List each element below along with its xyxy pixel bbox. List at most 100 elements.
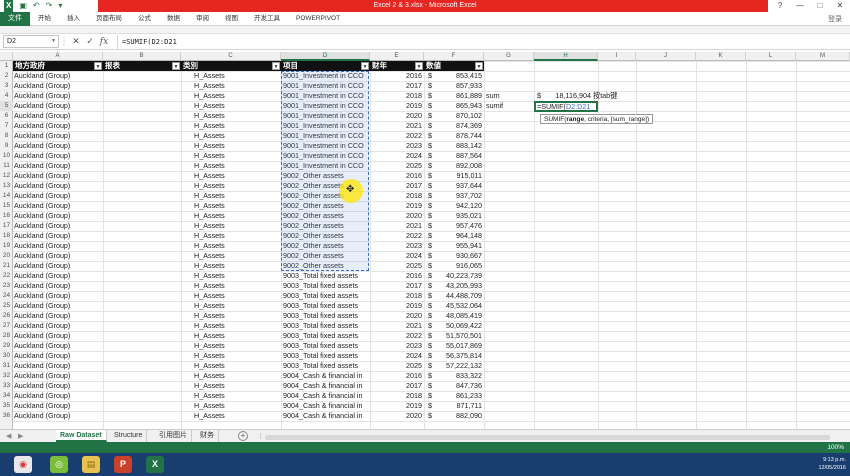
cell-local-gov[interactable]: Auckland (Group) bbox=[14, 91, 102, 101]
cell-fiscal-year[interactable]: 2020 bbox=[373, 211, 422, 221]
cell-value[interactable]: 878,744 bbox=[436, 131, 482, 141]
cell-category[interactable]: H_Assets bbox=[194, 171, 280, 181]
column-header[interactable]: H bbox=[534, 52, 598, 61]
cell-item[interactable]: 9003_Total fixed assets bbox=[283, 341, 369, 351]
filter-dropdown-icon[interactable]: ▼ bbox=[415, 62, 423, 70]
cell-fiscal-year[interactable]: 2021 bbox=[373, 221, 422, 231]
wechat-icon[interactable]: ◎ bbox=[50, 456, 68, 473]
row-header[interactable]: 10 bbox=[0, 151, 13, 161]
cell-local-gov[interactable]: Auckland (Group) bbox=[14, 201, 102, 211]
tab-developer[interactable]: 开发工具 bbox=[246, 12, 288, 26]
minimize-button[interactable]: — bbox=[790, 0, 810, 12]
tab-page-layout[interactable]: 页面布局 bbox=[88, 12, 130, 26]
row-header[interactable]: 18 bbox=[0, 231, 13, 241]
cell-value[interactable]: 45,532,064 bbox=[436, 301, 482, 311]
cell-value[interactable]: 955,941 bbox=[436, 241, 482, 251]
column-header[interactable]: A bbox=[13, 52, 103, 61]
cell-value[interactable]: 942,120 bbox=[436, 201, 482, 211]
cell-value[interactable]: 861,889 bbox=[436, 91, 482, 101]
cell-category[interactable]: H_Assets bbox=[194, 301, 280, 311]
cell-category[interactable]: H_Assets bbox=[194, 141, 280, 151]
cell-category[interactable]: H_Assets bbox=[194, 261, 280, 271]
cell-local-gov[interactable]: Auckland (Group) bbox=[14, 131, 102, 141]
cell-value[interactable]: 892,008 bbox=[436, 161, 482, 171]
cell-local-gov[interactable]: Auckland (Group) bbox=[14, 191, 102, 201]
cell-local-gov[interactable]: Auckland (Group) bbox=[14, 361, 102, 371]
cell-value[interactable]: 915,011 bbox=[436, 171, 482, 181]
cell-value[interactable]: 57,222,132 bbox=[436, 361, 482, 371]
cell-local-gov[interactable]: Auckland (Group) bbox=[14, 271, 102, 281]
cell-category[interactable]: H_Assets bbox=[194, 341, 280, 351]
row-header[interactable]: 5 bbox=[0, 101, 13, 111]
cell-category[interactable]: H_Assets bbox=[194, 101, 280, 111]
select-all-corner[interactable] bbox=[0, 52, 13, 61]
cell-category[interactable]: H_Assets bbox=[194, 91, 280, 101]
formula-input[interactable]: =SUMIF(D2:D21 bbox=[117, 34, 850, 49]
cell-fiscal-year[interactable]: 2016 bbox=[373, 271, 422, 281]
column-header[interactable]: C bbox=[181, 52, 281, 61]
cell-local-gov[interactable]: Auckland (Group) bbox=[14, 81, 102, 91]
row-header[interactable]: 1 bbox=[0, 61, 13, 71]
filter-dropdown-icon[interactable]: ▼ bbox=[94, 62, 102, 70]
cell-fiscal-year[interactable]: 2016 bbox=[373, 71, 422, 81]
add-sheet-button[interactable]: + bbox=[238, 431, 248, 441]
system-clock[interactable]: 9:13 p.m. 12/05/2016 bbox=[818, 456, 846, 472]
cell-category[interactable]: H_Assets bbox=[194, 291, 280, 301]
tab-insert[interactable]: 插入 bbox=[59, 12, 88, 26]
cell-item[interactable]: 9004_Cash & financial in bbox=[283, 391, 369, 401]
cell-local-gov[interactable]: Auckland (Group) bbox=[14, 281, 102, 291]
cell-category[interactable]: H_Assets bbox=[194, 231, 280, 241]
cell-local-gov[interactable]: Auckland (Group) bbox=[14, 341, 102, 351]
folder-icon[interactable]: ▤ bbox=[82, 456, 100, 473]
column-header[interactable]: G bbox=[484, 52, 534, 61]
cell-fiscal-year[interactable]: 2024 bbox=[373, 151, 422, 161]
column-header[interactable]: F bbox=[424, 52, 484, 61]
tab-review[interactable]: 审阅 bbox=[188, 12, 217, 26]
cell-local-gov[interactable]: Auckland (Group) bbox=[14, 171, 102, 181]
cell-fiscal-year[interactable]: 2025 bbox=[373, 261, 422, 271]
tab-formulas[interactable]: 公式 bbox=[130, 12, 159, 26]
filter-dropdown-icon[interactable]: ▼ bbox=[361, 62, 369, 70]
cell-fiscal-year[interactable]: 2018 bbox=[373, 391, 422, 401]
cell-local-gov[interactable]: Auckland (Group) bbox=[14, 301, 102, 311]
cell-value[interactable]: 51,570,501 bbox=[436, 331, 482, 341]
row-header[interactable]: 3 bbox=[0, 81, 13, 91]
tab-structure[interactable]: Structure bbox=[110, 430, 148, 442]
cell-item[interactable]: 9003_Total fixed assets bbox=[283, 351, 369, 361]
cell-local-gov[interactable]: Auckland (Group) bbox=[14, 331, 102, 341]
cell-fiscal-year[interactable]: 2017 bbox=[373, 181, 422, 191]
cell-item[interactable]: 9003_Total fixed assets bbox=[283, 291, 369, 301]
cell-fiscal-year[interactable]: 2023 bbox=[373, 141, 422, 151]
row-header[interactable]: 23 bbox=[0, 281, 13, 291]
cell-local-gov[interactable]: Auckland (Group) bbox=[14, 181, 102, 191]
cell-value[interactable]: 957,476 bbox=[436, 221, 482, 231]
row-header[interactable]: 21 bbox=[0, 261, 13, 271]
cell-local-gov[interactable]: Auckland (Group) bbox=[14, 141, 102, 151]
cell-fiscal-year[interactable]: 2019 bbox=[373, 401, 422, 411]
row-header[interactable]: 16 bbox=[0, 211, 13, 221]
cell-category[interactable]: H_Assets bbox=[194, 191, 280, 201]
cell-category[interactable]: H_Assets bbox=[194, 161, 280, 171]
cell-value[interactable]: 883,142 bbox=[436, 141, 482, 151]
cell-fiscal-year[interactable]: 2017 bbox=[373, 81, 422, 91]
cell-fiscal-year[interactable]: 2021 bbox=[373, 321, 422, 331]
cell-value[interactable]: 887,564 bbox=[436, 151, 482, 161]
cell-category[interactable]: H_Assets bbox=[194, 201, 280, 211]
cell-local-gov[interactable]: Auckland (Group) bbox=[14, 401, 102, 411]
close-button[interactable]: ✕ bbox=[830, 0, 850, 12]
cell-category[interactable]: H_Assets bbox=[194, 381, 280, 391]
cell-category[interactable]: H_Assets bbox=[194, 251, 280, 261]
cell-local-gov[interactable]: Auckland (Group) bbox=[14, 121, 102, 131]
cell-item[interactable]: 9003_Total fixed assets bbox=[283, 281, 369, 291]
filter-dropdown-icon[interactable]: ▼ bbox=[172, 62, 180, 70]
cell-item[interactable]: 9004_Cash & financial in bbox=[283, 371, 369, 381]
cell-local-gov[interactable]: Auckland (Group) bbox=[14, 231, 102, 241]
cell-value[interactable]: 833,322 bbox=[436, 371, 482, 381]
zoom-level[interactable]: 100% bbox=[827, 442, 844, 453]
row-header[interactable]: 34 bbox=[0, 391, 13, 401]
column-header[interactable]: L bbox=[746, 52, 796, 61]
cell-category[interactable]: H_Assets bbox=[194, 411, 280, 421]
cell-local-gov[interactable]: Auckland (Group) bbox=[14, 71, 102, 81]
cell-local-gov[interactable]: Auckland (Group) bbox=[14, 251, 102, 261]
cell-item[interactable]: 9004_Cash & financial in bbox=[283, 411, 369, 421]
